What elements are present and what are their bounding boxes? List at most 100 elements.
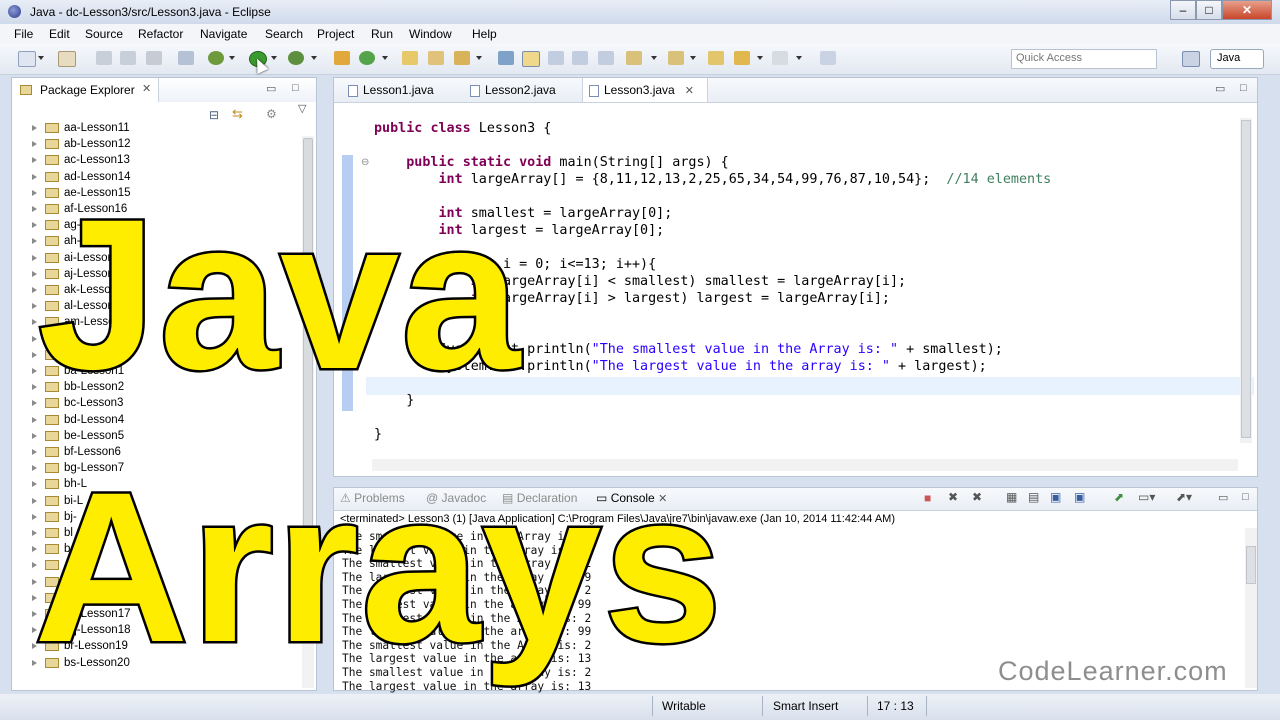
- menu-help[interactable]: Help: [472, 27, 497, 41]
- collapse-all-icon[interactable]: ⊟: [209, 108, 219, 122]
- expand-arrow-icon[interactable]: [32, 432, 37, 439]
- expand-arrow-icon[interactable]: [32, 189, 37, 196]
- new-java-project-icon[interactable]: [334, 51, 350, 65]
- close-tab-icon[interactable]: ✕: [685, 85, 694, 97]
- menu-navigate[interactable]: Navigate: [200, 27, 247, 41]
- package-item[interactable]: bd-Lesson4: [32, 414, 124, 430]
- expand-arrow-icon[interactable]: [32, 384, 37, 391]
- format-icon[interactable]: [598, 51, 614, 65]
- editor-scroll-thumb[interactable]: [1241, 120, 1251, 438]
- tab-lesson3[interactable]: Lesson3.java ✕: [582, 78, 708, 102]
- menu-search[interactable]: Search: [265, 27, 303, 41]
- forward-dropdown-icon[interactable]: [796, 56, 802, 60]
- expand-arrow-icon[interactable]: [32, 286, 37, 293]
- debug-icon[interactable]: [208, 51, 224, 65]
- expand-arrow-icon[interactable]: [32, 335, 37, 342]
- close-view-icon[interactable]: ✕: [142, 82, 151, 95]
- clear-console-icon[interactable]: ▦: [1006, 490, 1017, 504]
- tab-lesson2[interactable]: Lesson2.java: [464, 78, 586, 102]
- mark-occurrences-icon[interactable]: [522, 51, 540, 67]
- tab-lesson1[interactable]: Lesson1.java: [342, 78, 464, 102]
- open-console-icon[interactable]: ⬈▾: [1176, 490, 1192, 504]
- expand-arrow-icon[interactable]: [32, 238, 37, 245]
- menu-file[interactable]: File: [14, 27, 33, 41]
- menu-run[interactable]: Run: [371, 27, 393, 41]
- close-button[interactable]: ✕: [1222, 0, 1272, 20]
- display-console-icon[interactable]: ▭▾: [1138, 490, 1155, 504]
- search-dropdown-icon[interactable]: [476, 56, 482, 60]
- package-item[interactable]: aa-Lesson11: [32, 122, 130, 138]
- block-select-icon[interactable]: [548, 51, 564, 65]
- run-dropdown-icon[interactable]: [271, 56, 277, 60]
- expand-arrow-icon[interactable]: [32, 351, 37, 358]
- maximize-editor-icon[interactable]: □: [1240, 82, 1247, 94]
- expand-arrow-icon[interactable]: [32, 254, 37, 261]
- package-item[interactable]: be-Lesson5: [32, 430, 124, 446]
- pin-console-icon[interactable]: ⬈: [1114, 490, 1124, 504]
- java-perspective-button[interactable]: Java: [1210, 49, 1264, 69]
- package-explorer-tab[interactable]: Package Explorer ✕: [12, 78, 159, 102]
- prev-annotation-dropdown-icon[interactable]: [690, 56, 696, 60]
- new-package-icon[interactable]: [58, 51, 76, 67]
- external-dropdown-icon[interactable]: [311, 56, 317, 60]
- show-stderr-icon[interactable]: ▣: [1074, 490, 1085, 504]
- quick-access-input[interactable]: Quick Access: [1011, 49, 1157, 69]
- console-scroll-thumb[interactable]: [1246, 546, 1256, 584]
- open-type-icon[interactable]: [402, 51, 418, 65]
- expand-arrow-icon[interactable]: [32, 141, 37, 148]
- scroll-lock-icon[interactable]: ▤: [1028, 490, 1039, 504]
- pin-editor-icon[interactable]: [820, 51, 836, 65]
- search-icon[interactable]: [454, 51, 470, 65]
- expand-arrow-icon[interactable]: [32, 222, 37, 229]
- maximize-button[interactable]: □: [1196, 0, 1222, 20]
- minimize-button[interactable]: –: [1170, 0, 1196, 20]
- show-stdout-icon[interactable]: ▣: [1050, 490, 1061, 504]
- maximize-view-icon[interactable]: □: [292, 82, 299, 94]
- toggle-breadcrumb-icon[interactable]: [178, 51, 194, 65]
- back-dropdown-icon[interactable]: [757, 56, 763, 60]
- open-perspective-icon[interactable]: [1182, 51, 1200, 67]
- expand-arrow-icon[interactable]: [32, 173, 37, 180]
- new-dropdown-icon[interactable]: [38, 56, 44, 60]
- terminate-icon[interactable]: ■: [924, 491, 931, 505]
- prev-annotation-icon[interactable]: [668, 51, 684, 65]
- next-annotation-icon[interactable]: [626, 51, 642, 65]
- link-with-editor-icon[interactable]: ⇆: [232, 106, 243, 122]
- last-edit-icon[interactable]: [708, 51, 724, 65]
- save-all-icon[interactable]: [120, 51, 136, 65]
- expand-arrow-icon[interactable]: [32, 416, 37, 423]
- expand-arrow-icon[interactable]: [32, 367, 37, 374]
- package-item[interactable]: ab-Lesson12: [32, 138, 131, 154]
- expand-arrow-icon[interactable]: [32, 319, 37, 326]
- minimize-view-icon[interactable]: ▭: [1218, 491, 1228, 504]
- remove-launch-icon[interactable]: ✖: [948, 490, 958, 504]
- expand-arrow-icon[interactable]: [32, 124, 37, 131]
- expand-arrow-icon[interactable]: [32, 400, 37, 407]
- menu-refactor[interactable]: Refactor: [138, 27, 183, 41]
- debug-dropdown-icon[interactable]: [229, 56, 235, 60]
- expand-arrow-icon[interactable]: [32, 270, 37, 277]
- print-icon[interactable]: [146, 51, 162, 65]
- minimize-editor-icon[interactable]: ▭: [1215, 82, 1225, 95]
- expand-arrow-icon[interactable]: [32, 157, 37, 164]
- next-annotation-dropdown-icon[interactable]: [651, 56, 657, 60]
- remove-all-icon[interactable]: ✖: [972, 490, 982, 504]
- menu-project[interactable]: Project: [317, 27, 354, 41]
- class-dropdown-icon[interactable]: [382, 56, 388, 60]
- back-icon[interactable]: [734, 51, 750, 65]
- new-icon[interactable]: [18, 51, 36, 67]
- show-whitespace-icon[interactable]: [572, 51, 588, 65]
- open-task-icon[interactable]: [428, 51, 444, 65]
- view-dropdown-icon[interactable]: ▽: [298, 102, 306, 115]
- package-item[interactable]: ac-Lesson13: [32, 154, 130, 170]
- new-class-icon[interactable]: [359, 51, 375, 65]
- maximize-view-icon[interactable]: □: [1242, 491, 1249, 503]
- expand-arrow-icon[interactable]: [32, 205, 37, 212]
- menu-window[interactable]: Window: [409, 27, 452, 41]
- view-menu-icon[interactable]: ⚙: [266, 107, 277, 121]
- run-external-icon[interactable]: [288, 51, 304, 65]
- save-icon[interactable]: [96, 51, 112, 65]
- fold-icon[interactable]: ⊖: [361, 157, 369, 168]
- forward-icon[interactable]: [772, 51, 788, 65]
- expand-arrow-icon[interactable]: [32, 303, 37, 310]
